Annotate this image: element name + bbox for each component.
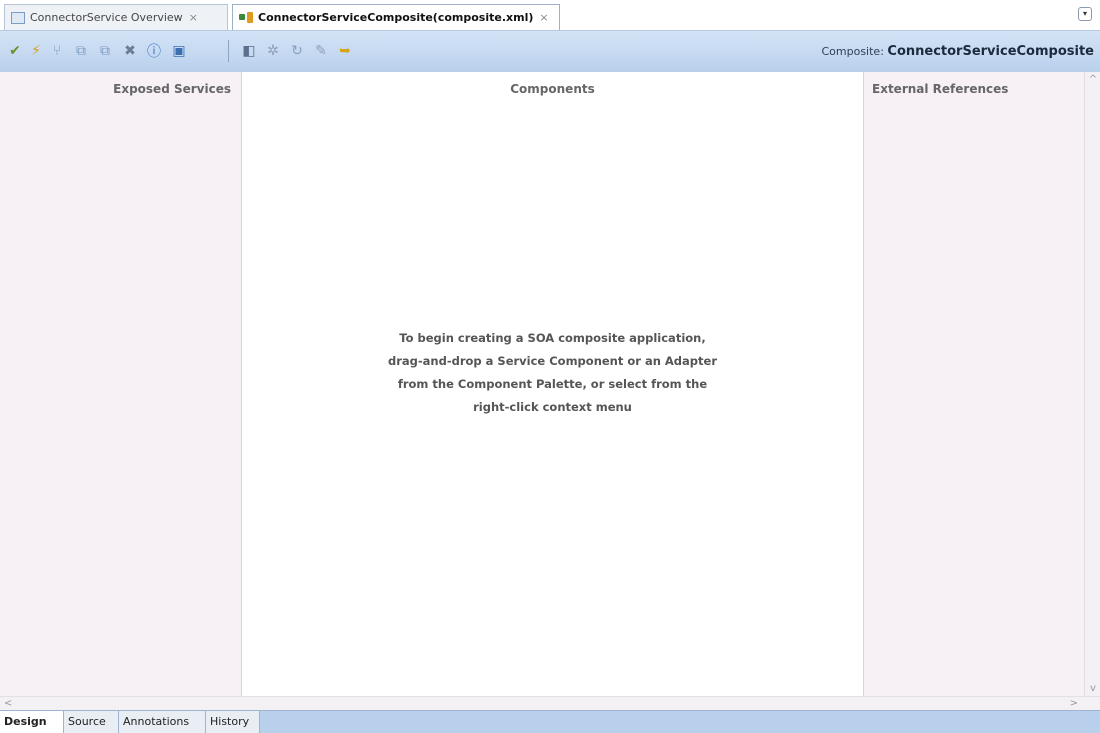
tab-history[interactable]: History xyxy=(206,711,260,733)
components-title: Components xyxy=(510,82,595,96)
tab-design[interactable]: Design xyxy=(0,711,64,733)
edit-icon[interactable]: ✎ xyxy=(312,42,330,60)
test-icon[interactable]: ▣ xyxy=(170,42,188,60)
editor-mode-tabs: Design Source Annotations History xyxy=(0,710,1100,733)
copy-icon[interactable]: ⧉ xyxy=(72,42,90,60)
overview-icon xyxy=(11,11,25,24)
exposed-services-lane[interactable]: Exposed Services xyxy=(0,72,242,696)
composite-prefix: Composite: xyxy=(821,45,884,58)
empty-canvas-hint: To begin creating a SOA composite applic… xyxy=(242,327,863,419)
tab-source[interactable]: Source xyxy=(64,711,119,733)
info-icon[interactable]: ⓘ xyxy=(145,42,163,60)
external-references-lane[interactable]: External References xyxy=(863,72,1084,696)
tab-label: ConnectorService Overview xyxy=(30,11,183,24)
scroll-right-icon[interactable]: > xyxy=(1070,697,1078,710)
hint-line: To begin creating a SOA composite applic… xyxy=(399,331,706,345)
composite-name-label: Composite: ConnectorServiceComposite xyxy=(821,44,1094,59)
tab-connector-service-overview[interactable]: ConnectorService Overview × xyxy=(4,4,228,30)
refresh-icon[interactable]: ↻ xyxy=(288,42,306,60)
tab-list-dropdown-icon[interactable]: ▾ xyxy=(1078,7,1092,21)
zoom-icon[interactable]: ✲ xyxy=(264,42,282,60)
components-lane[interactable]: Components To begin creating a SOA compo… xyxy=(242,72,863,696)
tab-composite-xml[interactable]: ConnectorServiceComposite(composite.xml)… xyxy=(232,4,560,30)
validate-icon[interactable]: ✔ xyxy=(6,42,24,60)
composite-name: ConnectorServiceComposite xyxy=(887,44,1094,59)
hint-line: drag-and-drop a Service Component or an … xyxy=(388,354,717,368)
external-references-title: External References xyxy=(872,82,1009,96)
delete-icon[interactable]: ✖ xyxy=(121,42,139,60)
hint-line: from the Component Palette, or select fr… xyxy=(397,377,708,391)
run-icon[interactable]: ➥ xyxy=(336,42,354,60)
scroll-left-icon[interactable]: < xyxy=(4,697,12,710)
hint-line: right-click context menu xyxy=(473,400,632,414)
lightning-icon[interactable]: ⚡ xyxy=(27,42,45,60)
toolbar-separator xyxy=(228,40,229,62)
paste-icon[interactable]: ⧉ xyxy=(96,42,114,60)
horizontal-scrollbar[interactable]: < > xyxy=(0,696,1100,710)
close-tab-icon[interactable]: × xyxy=(189,11,198,24)
tab-label: ConnectorServiceComposite(composite.xml) xyxy=(258,11,534,24)
editor-tab-strip: ConnectorService Overview × ConnectorSer… xyxy=(0,0,1100,31)
deploy-icon[interactable]: ◧ xyxy=(240,42,258,60)
wire-icon[interactable]: ⑂ xyxy=(48,42,66,60)
exposed-services-title: Exposed Services xyxy=(113,82,231,96)
vertical-scrollbar[interactable]: ^ v xyxy=(1084,72,1100,696)
close-tab-icon[interactable]: × xyxy=(539,11,548,24)
composite-icon xyxy=(239,11,255,24)
composite-toolbar: ✔ ⚡ ⑂ ⧉ ⧉ ✖ ⓘ ▣ ◧ ✲ ↻ ✎ ➥ Composite: Con… xyxy=(0,31,1100,73)
scroll-down-icon[interactable]: v xyxy=(1085,683,1100,694)
tab-annotations[interactable]: Annotations xyxy=(119,711,206,733)
scroll-up-icon[interactable]: ^ xyxy=(1085,74,1100,85)
